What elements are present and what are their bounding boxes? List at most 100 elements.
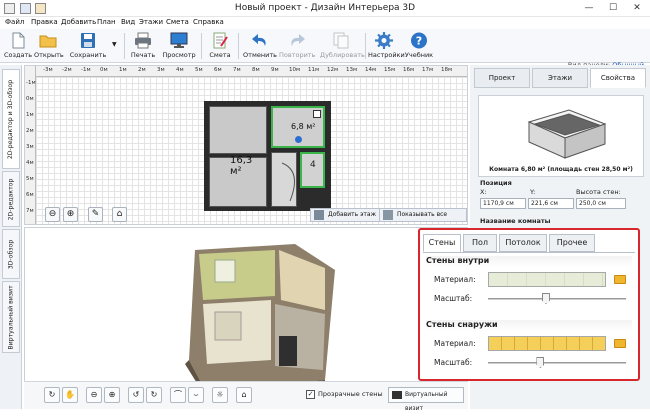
menu-floors[interactable]: Этажи — [139, 18, 163, 26]
outside-walls-title: Стены снаружи — [426, 320, 632, 331]
new-file-icon — [9, 32, 27, 49]
zoom-in-button[interactable]: ⊕ — [63, 207, 78, 222]
svg-text:?: ? — [416, 35, 422, 48]
zoom-in-3d-button[interactable]: ⊕ — [104, 387, 120, 403]
plan-2d-view[interactable]: -3м -2м -1м 0м 1м 2м 3м 4м 5м 6м 7м 8м 9… — [24, 65, 468, 225]
tab-walls[interactable]: Стены — [423, 234, 461, 252]
tab-ceiling[interactable]: Потолок — [499, 234, 547, 252]
outside-material-swatch[interactable] — [488, 336, 606, 351]
room-name-label: Название комнаты — [480, 217, 551, 225]
tutorial-button[interactable]: ? Учебник — [403, 29, 435, 63]
inside-scale-slider[interactable] — [488, 298, 626, 300]
pan-hand-button[interactable]: ✋ — [62, 387, 78, 403]
outside-folder-icon[interactable] — [614, 339, 626, 348]
tab-project[interactable]: Проект — [474, 68, 530, 88]
show-dimensions-button[interactable]: Показывать все размеры — [379, 208, 467, 224]
close-button[interactable]: ✕ — [626, 0, 648, 17]
room-top-left[interactable] — [209, 106, 267, 154]
orbit-360-button[interactable]: ↻ — [44, 387, 60, 403]
room-area-label-selected: 6,8 м² — [291, 122, 316, 131]
x-field[interactable]: 1170,9 см — [480, 198, 526, 209]
rotate-left-button[interactable]: ↺ — [128, 387, 144, 403]
duplicate-icon — [332, 32, 350, 49]
inside-scale-thumb[interactable] — [541, 293, 550, 304]
y-field[interactable]: 221,6 см — [528, 198, 574, 209]
room-preview: Комната 6,80 м² (площадь стен 28,50 м²) — [478, 95, 644, 177]
tab-properties[interactable]: Свойства — [590, 68, 646, 88]
inside-material-swatch[interactable] — [488, 272, 606, 287]
estimate-button[interactable]: Смета — [206, 29, 234, 63]
settings-button[interactable]: Настройки — [368, 29, 405, 63]
tilt-down-button[interactable]: ⌣ — [188, 387, 204, 403]
tab-other[interactable]: Прочее — [549, 234, 595, 252]
preview-icon — [170, 32, 188, 49]
title-bar: Новый проект - Дизайн Интерьера 3D — ☐ ✕ — [0, 0, 650, 17]
tab-floor[interactable]: Пол — [463, 234, 497, 252]
save-dropdown-icon[interactable]: ▼ — [112, 41, 117, 48]
tab-2d-and-3d[interactable]: 2D-редактор и 3D-обзор — [2, 69, 20, 169]
print-icon — [134, 32, 152, 49]
left-view-tabs: 2D-редактор и 3D-обзор 2D-редактор 3D-об… — [0, 65, 22, 409]
tab-3d-view[interactable]: 3D-обзор — [2, 229, 20, 279]
menu-view[interactable]: Вид — [121, 18, 135, 26]
virtual-visit-button[interactable]: Виртуальный визит — [388, 387, 464, 412]
undo-icon — [251, 32, 269, 49]
outside-material-label: Материал: — [434, 339, 476, 348]
bottom-3d-toolbar: ↻ ✋ ⊖ ⊕ ↺ ↻ ⌒ ⌣ ☼ ⌂ ✓ Прозрачные стены В… — [24, 381, 468, 412]
tilt-up-button[interactable]: ⌒ — [170, 387, 186, 403]
inside-folder-icon[interactable] — [614, 275, 626, 284]
add-floor-button[interactable]: Добавить этаж — [310, 208, 381, 222]
estimate-icon — [211, 32, 229, 49]
menu-plan[interactable]: План — [97, 18, 116, 26]
zoom-out-3d-button[interactable]: ⊖ — [86, 387, 102, 403]
open-folder-icon — [39, 32, 57, 49]
save-button[interactable]: Сохранить — [66, 29, 110, 63]
minimize-button[interactable]: — — [578, 0, 600, 17]
room-preview-image — [527, 109, 607, 159]
inside-scale-label: Масштаб: — [434, 294, 473, 303]
transparent-walls-checkbox[interactable]: ✓ — [306, 390, 315, 399]
help-icon: ? — [410, 32, 428, 49]
room-caption: Комната 6,80 м² (площадь стен 28,50 м²) — [489, 166, 633, 173]
open-button[interactable]: Открыть — [34, 29, 64, 63]
room-number-label: 4 — [310, 160, 316, 170]
tab-2d-editor[interactable]: 2D-редактор — [2, 171, 20, 227]
save-icon — [79, 32, 97, 49]
measure-button[interactable]: ✎ — [88, 207, 103, 222]
vertical-ruler: -1м 0м 1м 2м 3м 4м 5м 6м 7м — [25, 66, 36, 224]
layers-icon — [314, 210, 324, 220]
menu-estimate[interactable]: Смета — [166, 18, 189, 26]
outside-scale-slider[interactable] — [488, 362, 626, 364]
horizontal-ruler: -3м -2м -1м 0м 1м 2м 3м 4м 5м 6м 7м 8м 9… — [25, 66, 467, 77]
wall-height-label: Высота стен: — [576, 188, 621, 196]
print-button[interactable]: Печать — [128, 29, 158, 63]
rotate-right-button[interactable]: ↻ — [146, 387, 162, 403]
maximize-button[interactable]: ☐ — [602, 0, 624, 17]
menu-edit[interactable]: Правка — [31, 18, 58, 26]
wall-height-field[interactable]: 250,0 см — [576, 198, 626, 209]
menu-file[interactable]: Файл — [5, 18, 24, 26]
home-button[interactable]: ⌂ — [112, 207, 127, 222]
room-handle[interactable] — [313, 110, 321, 118]
menu-help[interactable]: Справка — [193, 18, 224, 26]
undo-button[interactable]: Отменить — [242, 29, 278, 63]
light-button[interactable]: ☼ — [212, 387, 228, 403]
door-arc-icon — [281, 162, 295, 202]
redo-icon — [288, 32, 306, 49]
outside-scale-label: Масштаб: — [434, 358, 473, 367]
house-3d-model — [185, 244, 335, 390]
redo-button[interactable]: Повторить — [279, 29, 315, 63]
tab-floors[interactable]: Этажи — [532, 68, 588, 88]
duplicate-button[interactable]: Дублировать — [320, 29, 365, 63]
preview-button[interactable]: Просмотр — [162, 29, 196, 63]
zoom-out-button[interactable]: ⊖ — [45, 207, 60, 222]
window-title: Новый проект - Дизайн Интерьера 3D — [234, 3, 416, 13]
room-bottom-left[interactable]: 16,3 м² — [209, 155, 267, 207]
home-3d-button[interactable]: ⌂ — [236, 387, 252, 403]
menu-bar: Файл Правка Добавить План Вид Этажи Смет… — [0, 17, 650, 29]
compass-marker-icon — [295, 136, 302, 143]
tab-virtual-visit[interactable]: Виртуальный визит — [2, 281, 20, 353]
outside-scale-thumb[interactable] — [536, 357, 545, 368]
new-button[interactable]: Создать — [4, 29, 32, 63]
menu-add[interactable]: Добавить — [61, 18, 96, 26]
